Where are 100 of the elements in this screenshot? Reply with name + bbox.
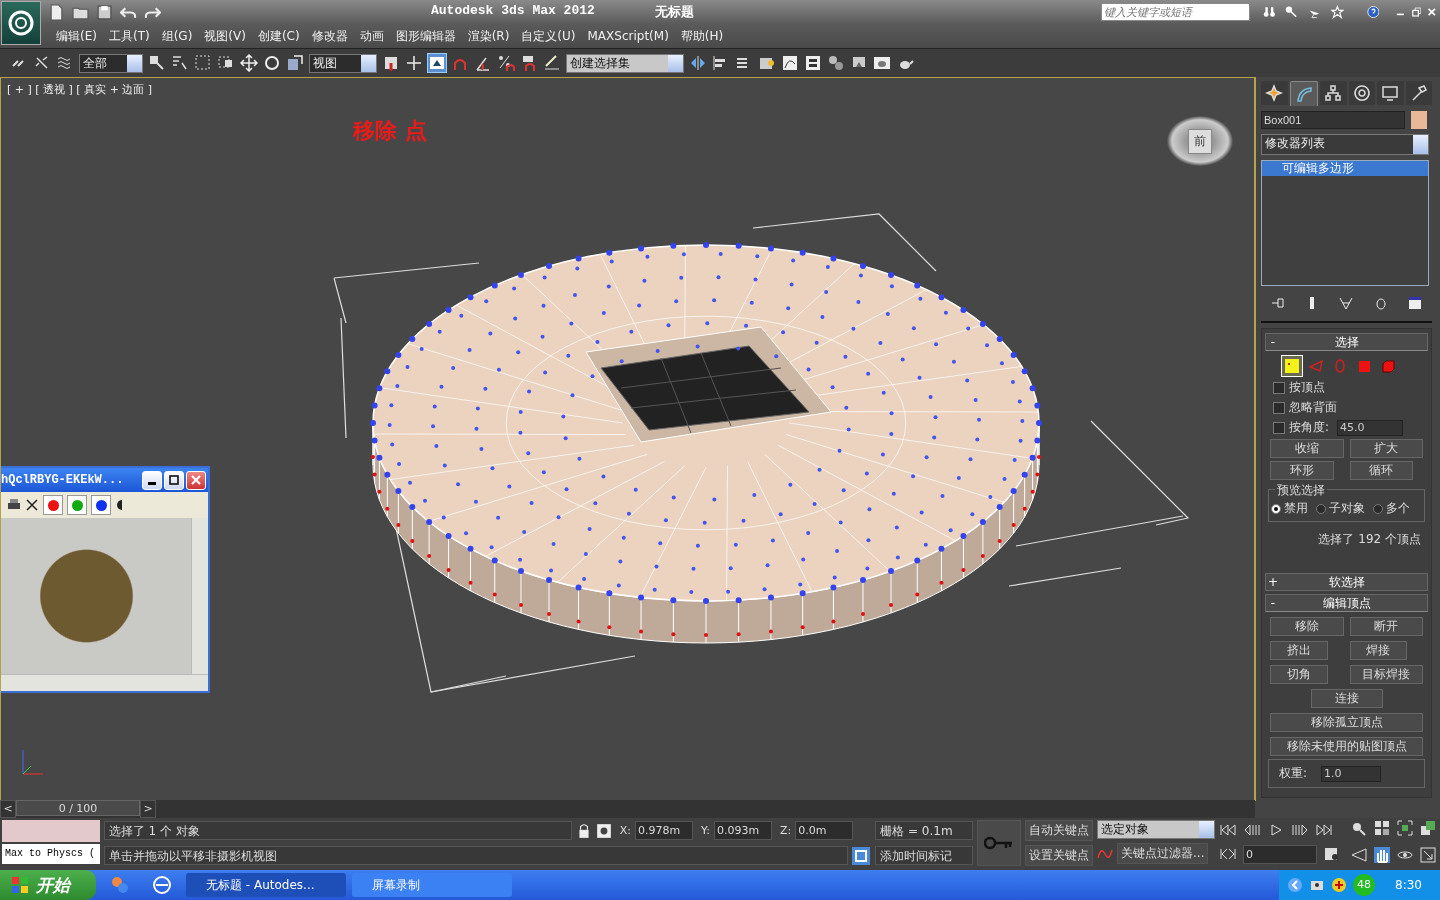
panel-button[interactable]: 移除 — [1270, 617, 1344, 636]
y-coordinate-field[interactable]: 0.093m — [713, 821, 772, 840]
go-to-end-icon[interactable] — [1315, 823, 1333, 837]
named-selection-dropdown[interactable]: 创建选择集 — [566, 53, 684, 73]
edit-named-selection-icon[interactable] — [543, 54, 561, 72]
panel-button[interactable]: 移除未使用的贴图顶点 — [1270, 737, 1423, 756]
angle-spinner-field[interactable]: 45.0 — [1337, 419, 1404, 436]
curve-editor-icon[interactable] — [781, 54, 799, 72]
panel-button[interactable]: 扩大 — [1349, 439, 1423, 458]
taskbar-button[interactable]: 屏幕录制 — [352, 873, 512, 897]
menu-item[interactable]: 动画 — [355, 27, 392, 45]
crosshair-icon[interactable] — [405, 54, 423, 72]
weight-spinner-field[interactable]: 1.0 — [1321, 765, 1382, 782]
percent-snap-icon[interactable] — [497, 54, 515, 72]
stack-item[interactable]: 可编辑多边形 — [1262, 161, 1428, 176]
close-icon[interactable] — [1427, 6, 1437, 18]
zoom-extents-icon[interactable] — [1397, 820, 1413, 836]
search-field[interactable]: 键入关键字或短语 — [1100, 3, 1250, 21]
key-mode-dropdown[interactable]: 选定对象 — [1097, 820, 1215, 839]
rectangle-selection-icon[interactable] — [194, 54, 212, 72]
menu-item[interactable]: 图形编辑器 — [391, 27, 464, 45]
next-frame-icon[interactable] — [1291, 823, 1309, 837]
previous-frame-button[interactable]: < — [0, 800, 16, 818]
save-icon[interactable] — [96, 3, 113, 21]
radio-button[interactable] — [1316, 503, 1326, 514]
key-filters-button[interactable]: 关键点过滤器... — [1117, 843, 1209, 864]
rollout-header[interactable]: - 编辑顶点 — [1265, 594, 1428, 612]
scale-icon[interactable] — [286, 54, 304, 72]
maximize-viewport-icon[interactable] — [1420, 847, 1436, 863]
select-by-name-icon[interactable] — [171, 54, 189, 72]
close-button[interactable] — [186, 470, 206, 490]
schematic-view-icon[interactable] — [804, 54, 822, 72]
perspective-viewport[interactable]: [ + ] [ 透视 ] [ 真实 + 边面 ] 移除 点 前 hQclRBYG-EKEkW... — [0, 77, 1256, 801]
current-frame-field[interactable]: 0 — [1243, 844, 1317, 864]
restore-icon[interactable] — [1411, 6, 1422, 18]
panel-button[interactable]: 断开 — [1349, 617, 1423, 636]
radio-button[interactable] — [1271, 503, 1281, 514]
viewport-label[interactable]: [ + ] [ 透视 ] [ 真实 + 边面 ] — [7, 82, 153, 97]
menu-item[interactable]: 组(G) — [157, 27, 201, 45]
selection-filter-dropdown[interactable]: 全部 — [79, 53, 143, 73]
menu-item[interactable]: 工具(T) — [104, 27, 158, 45]
pin-icon[interactable] — [1270, 295, 1287, 311]
rollout-header[interactable]: + 软选择 — [1265, 573, 1428, 591]
rotate-icon[interactable] — [263, 54, 281, 72]
object-color-swatch[interactable] — [1411, 111, 1427, 129]
scrollbar[interactable] — [191, 518, 208, 674]
checkbox[interactable] — [1273, 381, 1285, 394]
app-logo-icon[interactable] — [1, 1, 41, 45]
pan-hand-button[interactable] — [1374, 847, 1390, 863]
mirror-icon[interactable] — [689, 54, 707, 72]
menu-item[interactable]: MAXScript(M) — [583, 29, 677, 43]
key-icon[interactable] — [1285, 4, 1299, 20]
colorful-app-icon[interactable] — [110, 875, 130, 895]
x-coordinate-field[interactable]: 0.978m — [634, 821, 693, 840]
previous-frame-icon[interactable] — [1243, 823, 1261, 837]
printer-icon[interactable] — [7, 498, 21, 512]
panel-button[interactable]: 环形 — [1270, 461, 1334, 480]
timeline-bar[interactable]: < 0 / 100 > — [0, 800, 1255, 818]
field-of-view-icon[interactable] — [1351, 847, 1367, 863]
panel-button[interactable]: 目标焊接 — [1349, 665, 1423, 684]
auto-key-button[interactable]: 自动关键点 — [1025, 820, 1093, 841]
menu-item[interactable]: 创建(C) — [253, 27, 308, 45]
panel-tab[interactable] — [1320, 81, 1347, 105]
binoculars-icon[interactable] — [1262, 4, 1276, 20]
panel-button[interactable]: 移除孤立顶点 — [1270, 713, 1423, 732]
listener-output-field[interactable]: Max to Physcs ( — [2, 844, 100, 864]
frame-indicator[interactable]: 0 / 100 — [16, 800, 140, 816]
move-icon[interactable] — [240, 54, 258, 72]
menu-item[interactable]: 修改器 — [307, 27, 356, 45]
close-icon[interactable] — [25, 498, 39, 512]
new-file-icon[interactable] — [48, 3, 65, 21]
listener-field[interactable] — [2, 820, 100, 842]
panel-tab[interactable] — [1377, 81, 1404, 105]
browser-icon[interactable] — [152, 875, 172, 895]
rollout-header[interactable]: - 选择 — [1265, 333, 1428, 351]
time-tag-field[interactable]: 添加时间标记 — [875, 846, 974, 865]
panel-tab[interactable] — [1289, 81, 1318, 106]
minimize-button[interactable] — [142, 470, 162, 490]
panel-button[interactable]: 收缩 — [1270, 439, 1344, 458]
object-name-field[interactable]: Box001 — [1261, 111, 1405, 129]
menu-item[interactable]: 帮助(H) — [676, 27, 732, 45]
maximize-button[interactable] — [164, 470, 184, 490]
panel-button[interactable]: 焊接 — [1349, 641, 1407, 660]
radio-button[interactable] — [1373, 503, 1383, 514]
panel-button[interactable]: 挤出 — [1270, 641, 1328, 660]
panel-tab[interactable] — [1348, 81, 1375, 105]
vertex-level-button[interactable] — [1282, 356, 1302, 376]
zoom-all-icon[interactable] — [1374, 820, 1390, 836]
star-icon[interactable] — [1330, 4, 1344, 20]
manipulate-icon[interactable] — [428, 54, 446, 72]
viewcube[interactable]: 前 — [1167, 116, 1233, 166]
panel-button[interactable]: 循环 — [1349, 461, 1413, 480]
go-to-start-icon[interactable] — [1219, 823, 1237, 837]
select-object-icon[interactable] — [148, 54, 166, 72]
key-mode-toggle-icon[interactable] — [1219, 847, 1237, 861]
z-coordinate-field[interactable]: 0.0m — [795, 821, 854, 840]
set-key-mode-button[interactable]: 设置关键点 — [1025, 845, 1093, 866]
panel-tab[interactable] — [1261, 81, 1288, 105]
time-tag-button[interactable] — [851, 846, 870, 865]
panel-tab[interactable] — [1405, 81, 1432, 105]
